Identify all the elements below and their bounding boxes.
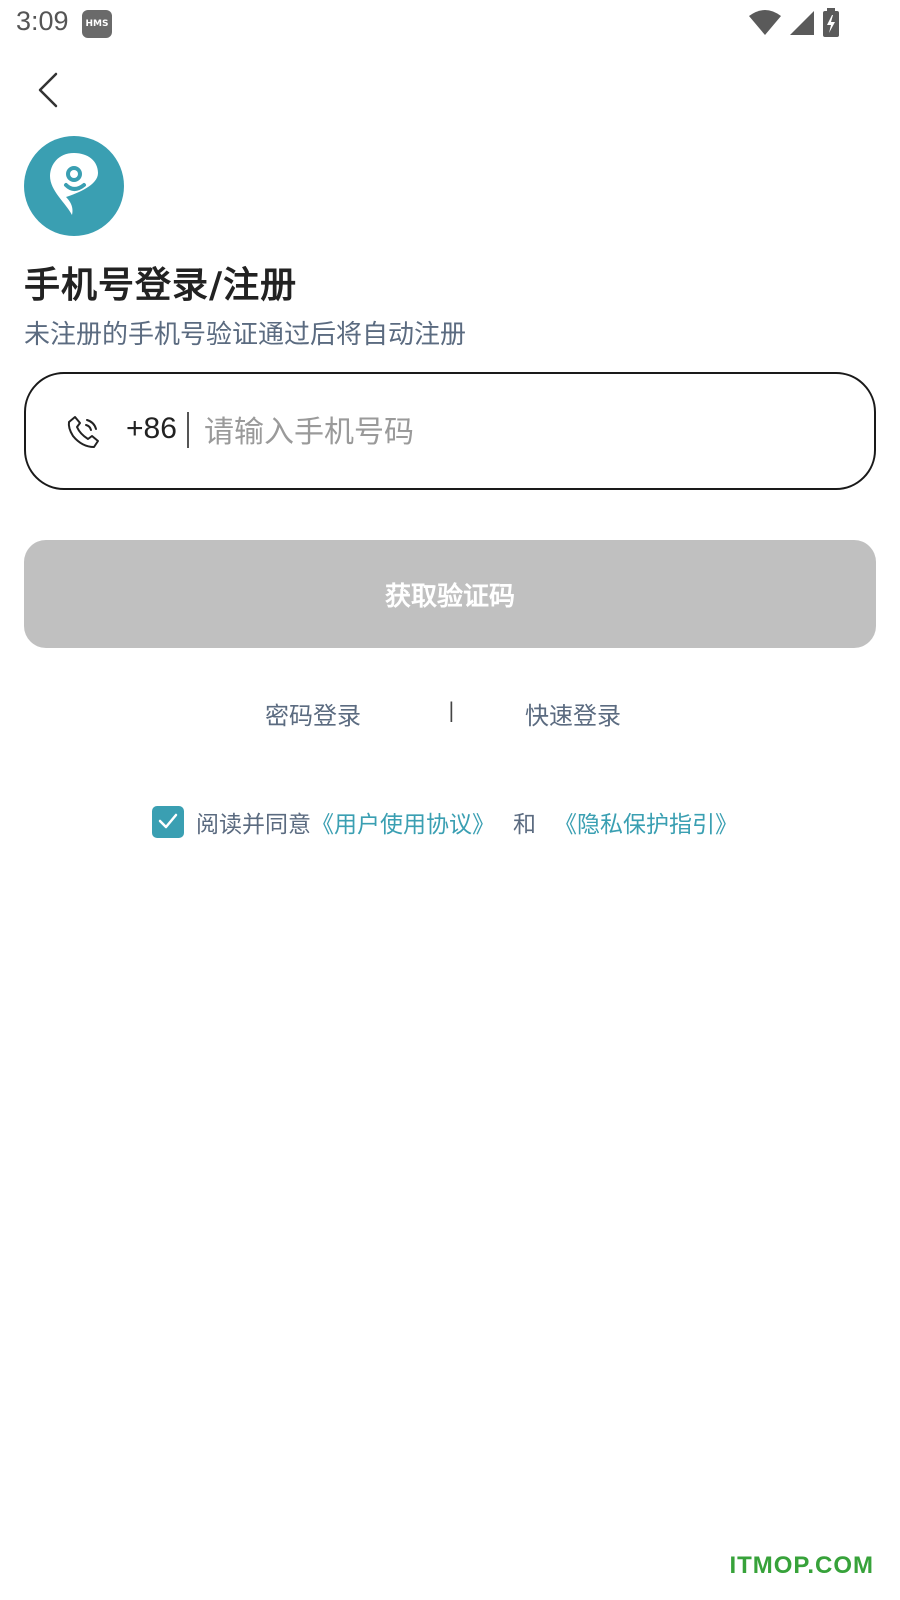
alt-login-row: 密码登录 | 快速登录 xyxy=(0,696,900,736)
agreement-prefix: 阅读并同意 xyxy=(196,812,311,838)
hms-badge: HMS xyxy=(82,10,112,38)
signal-icon xyxy=(788,9,816,41)
phone-input-box[interactable]: +86 xyxy=(24,372,876,490)
agreement-and: 和 xyxy=(513,812,536,838)
chevron-left-icon xyxy=(36,72,60,112)
app-logo xyxy=(24,136,124,236)
page-subtitle: 未注册的手机号验证通过后将自动注册 xyxy=(24,320,467,350)
phone-number-input[interactable] xyxy=(204,404,804,460)
back-button[interactable] xyxy=(26,70,70,114)
wifi-icon xyxy=(748,9,782,41)
battery-charging-icon xyxy=(822,8,840,42)
agreement-row: 阅读并同意 《用户使用协议》 和 《隐私保护指引》 xyxy=(152,804,738,840)
password-login-link[interactable]: 密码登录 xyxy=(265,696,361,731)
alt-login-divider: | xyxy=(448,698,455,722)
country-code[interactable]: +86 xyxy=(126,412,177,446)
status-bar: 3:09 HMS xyxy=(0,0,900,50)
privacy-policy-link[interactable]: 《隐私保护指引》 xyxy=(554,805,738,839)
get-code-button[interactable]: 获取验证码 xyxy=(24,540,876,648)
user-agreement-link[interactable]: 《用户使用协议》 xyxy=(311,805,495,839)
checkmark-icon xyxy=(158,809,178,835)
quick-login-link[interactable]: 快速登录 xyxy=(525,696,621,731)
phone-icon xyxy=(66,414,102,450)
agreement-checkbox[interactable] xyxy=(152,806,184,838)
text-caret xyxy=(187,412,189,448)
location-pin-icon xyxy=(44,149,104,223)
watermark: ITMOP.COM xyxy=(729,1552,874,1579)
page-title: 手机号登录/注册 xyxy=(24,265,298,306)
status-icons xyxy=(748,8,840,42)
status-time: 3:09 xyxy=(16,6,69,36)
